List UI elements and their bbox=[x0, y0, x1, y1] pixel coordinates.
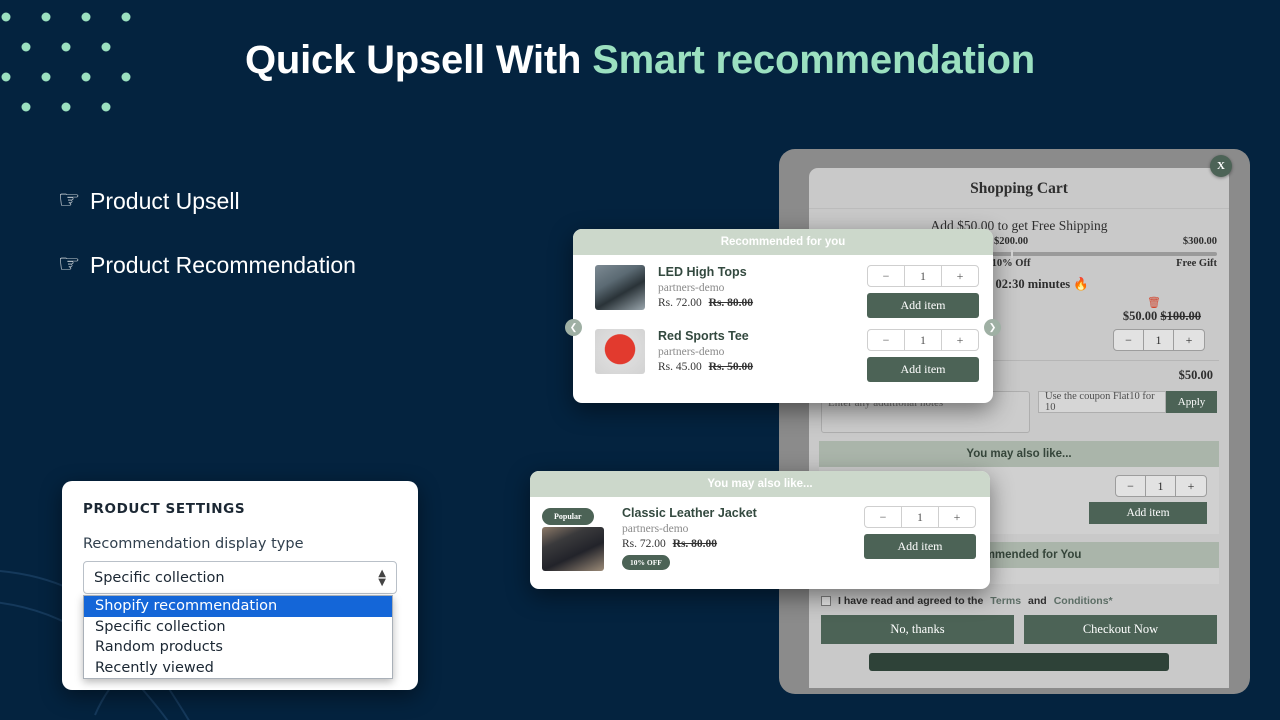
close-icon[interactable]: X bbox=[1210, 155, 1232, 177]
you-may-also-like-popup: You may also like... Popular Classic Lea… bbox=[530, 471, 990, 589]
stepper-arrows-icon: ▲ ▼ bbox=[378, 567, 386, 588]
page-title: Quick Upsell With Smart recommendation bbox=[0, 38, 1280, 83]
section-heading-also-like: You may also like... bbox=[819, 441, 1219, 467]
quantity-value: 1 bbox=[905, 330, 942, 350]
feature-list: ☞ Product Upsell ☞ Product Recommendatio… bbox=[58, 188, 356, 316]
classic-leather-jacket-thumbnail bbox=[542, 527, 604, 571]
add-item-button[interactable]: Add item bbox=[867, 293, 979, 318]
select-value: Specific collection bbox=[94, 569, 225, 586]
line-item-quantity-stepper[interactable]: − 1 + bbox=[1113, 329, 1205, 351]
quantity-stepper[interactable]: − 1 + bbox=[867, 265, 979, 287]
inline-quantity-stepper[interactable]: − 1 + bbox=[1115, 475, 1207, 497]
dropdown-option-recently-viewed[interactable]: Recently viewed bbox=[84, 658, 392, 679]
dropdown-option-random-products[interactable]: Random products bbox=[84, 637, 392, 658]
product-vendor: partners-demo bbox=[622, 523, 689, 535]
quantity-increase-button[interactable]: + bbox=[1174, 330, 1204, 350]
current-price: Rs. 72.00 bbox=[658, 297, 702, 309]
recommendation-display-type-select[interactable]: Specific collection ▲ ▼ bbox=[83, 561, 397, 594]
feature-item-product-upsell: ☞ Product Upsell bbox=[58, 188, 356, 215]
product-price: Rs. 45.00 Rs. 50.00 bbox=[658, 361, 867, 373]
checkout-now-button[interactable]: Checkout Now bbox=[1024, 615, 1217, 644]
coupon-group: Use the coupon Flat10 for 10 Apply bbox=[1038, 391, 1217, 413]
total-value: $50.00 bbox=[1178, 368, 1213, 382]
popup-header-recommended: Recommended for you bbox=[573, 229, 993, 255]
tier1-reward: 10% Off bbox=[991, 258, 1031, 269]
feature-label: Product Recommendation bbox=[90, 252, 356, 278]
current-price: Rs. 72.00 bbox=[622, 538, 666, 550]
popup-product-row: Popular Classic Leather Jacket partners-… bbox=[530, 497, 990, 571]
quantity-increase-button[interactable]: + bbox=[942, 266, 978, 286]
chevron-left-icon[interactable]: ❮ bbox=[565, 319, 582, 336]
compare-price: Rs. 50.00 bbox=[708, 361, 754, 373]
quantity-increase-button[interactable]: + bbox=[939, 507, 975, 527]
cart-action-buttons: No, thanks Checkout Now bbox=[809, 607, 1229, 644]
conditions-link[interactable]: Conditions* bbox=[1054, 595, 1113, 607]
popular-badge: Popular bbox=[542, 508, 594, 525]
cart-bottom-bar bbox=[869, 653, 1169, 671]
discount-badge: 10% OFF bbox=[622, 555, 670, 570]
tier1-amount: $200.00 bbox=[994, 236, 1029, 247]
quantity-stepper[interactable]: − 1 + bbox=[867, 329, 979, 351]
line-item-current-price: $50.00 bbox=[1122, 309, 1158, 323]
product-settings-card: PRODUCT SETTINGS Recommendation display … bbox=[62, 481, 418, 690]
quantity-increase-button[interactable]: + bbox=[1176, 476, 1206, 496]
recommended-for-you-popup: Recommended for you ❮ ❯ LED High Tops pa… bbox=[565, 229, 1001, 403]
quantity-decrease-button[interactable]: − bbox=[868, 330, 905, 350]
tier2-amount: $300.00 bbox=[1182, 236, 1217, 247]
product-price: Rs. 72.00 Rs. 80.00 bbox=[622, 538, 864, 550]
popup-product-row: LED High Tops partners-demo Rs. 72.00 Rs… bbox=[573, 255, 993, 318]
product-name: Red Sports Tee bbox=[658, 329, 749, 343]
dropdown-option-shopify-recommendation[interactable]: Shopify recommendation bbox=[84, 596, 392, 617]
led-high-tops-thumbnail bbox=[595, 265, 645, 310]
current-price: Rs. 45.00 bbox=[658, 361, 702, 373]
no-thanks-button[interactable]: No, thanks bbox=[821, 615, 1014, 644]
product-name: LED High Tops bbox=[658, 265, 747, 279]
pointing-hand-icon: ☞ bbox=[58, 186, 81, 214]
quantity-decrease-button[interactable]: − bbox=[1114, 330, 1144, 350]
popup-product-row: Red Sports Tee partners-demo Rs. 45.00 R… bbox=[573, 318, 993, 382]
product-vendor: partners-demo bbox=[658, 346, 725, 358]
quantity-value: 1 bbox=[1146, 476, 1176, 496]
terms-and: and bbox=[1028, 595, 1047, 607]
product-price: Rs. 72.00 Rs. 80.00 bbox=[658, 297, 867, 309]
product-vendor: partners-demo bbox=[658, 282, 725, 294]
compare-price: Rs. 80.00 bbox=[672, 538, 718, 550]
progress-notch bbox=[1011, 250, 1014, 258]
compare-price: Rs. 80.00 bbox=[708, 297, 754, 309]
tier2-reward: Free Gift bbox=[1176, 258, 1217, 269]
line-item-compare-price: $100.00 bbox=[1160, 309, 1201, 323]
chevron-right-icon[interactable]: ❯ bbox=[984, 319, 1001, 336]
quantity-value: 1 bbox=[1144, 330, 1174, 350]
popup-header-also-like: You may also like... bbox=[530, 471, 990, 497]
page-title-accent: Smart recommendation bbox=[592, 38, 1035, 82]
feature-item-product-recommendation: ☞ Product Recommendation bbox=[58, 252, 356, 279]
quantity-increase-button[interactable]: + bbox=[942, 330, 978, 350]
quantity-value: 1 bbox=[905, 266, 942, 286]
product-name: Classic Leather Jacket bbox=[622, 506, 757, 520]
red-sports-tee-thumbnail bbox=[595, 329, 645, 374]
add-item-button[interactable]: Add item bbox=[867, 357, 979, 382]
dropdown-option-specific-collection[interactable]: Specific collection bbox=[84, 617, 392, 638]
quantity-decrease-button[interactable]: − bbox=[865, 507, 902, 527]
quantity-value: 1 bbox=[902, 507, 939, 527]
add-item-button[interactable]: Add item bbox=[864, 534, 976, 559]
terms-checkbox[interactable] bbox=[821, 596, 831, 606]
recommendation-options-dropdown[interactable]: Shopify recommendation Specific collecti… bbox=[83, 595, 393, 679]
pointing-hand-icon: ☞ bbox=[58, 250, 81, 278]
quantity-stepper[interactable]: − 1 + bbox=[864, 506, 976, 528]
terms-link[interactable]: Terms bbox=[990, 595, 1021, 607]
quantity-decrease-button[interactable]: − bbox=[1116, 476, 1146, 496]
quantity-decrease-button[interactable]: − bbox=[868, 266, 905, 286]
flame-icon: 🔥 bbox=[1073, 277, 1089, 291]
apply-coupon-button[interactable]: Apply bbox=[1166, 391, 1217, 413]
terms-text: I have read and agreed to the bbox=[838, 595, 984, 607]
add-item-button[interactable]: Add item bbox=[1089, 502, 1207, 524]
page-title-primary: Quick Upsell With bbox=[245, 38, 593, 82]
settings-heading: PRODUCT SETTINGS bbox=[83, 501, 246, 517]
recommendation-display-type-label: Recommendation display type bbox=[83, 536, 304, 552]
cart-title: Shopping Cart bbox=[809, 168, 1229, 209]
feature-label: Product Upsell bbox=[90, 188, 240, 214]
coupon-code-input[interactable]: Use the coupon Flat10 for 10 bbox=[1038, 391, 1166, 413]
